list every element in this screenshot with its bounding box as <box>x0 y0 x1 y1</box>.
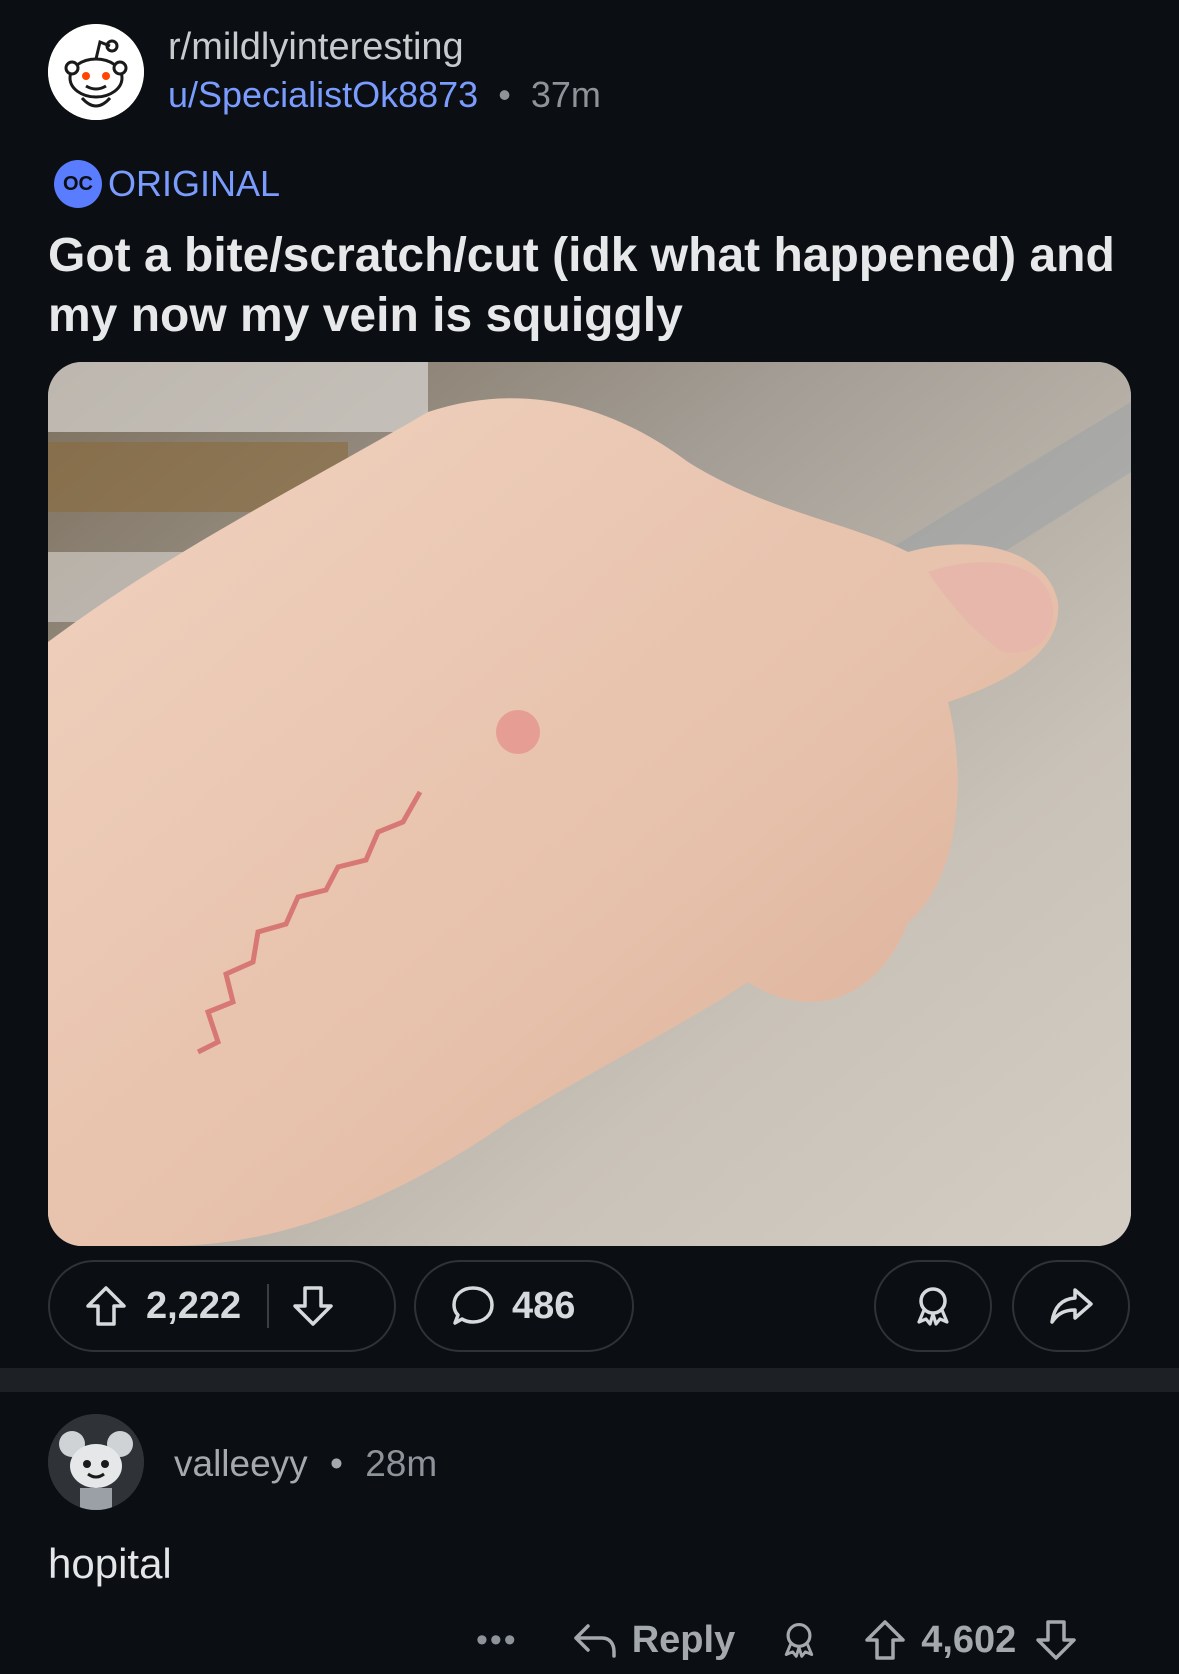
share-icon <box>1050 1288 1093 1324</box>
award-icon <box>917 1287 949 1326</box>
upvote-icon[interactable] <box>84 1284 128 1328</box>
post-title[interactable]: Got a bite/scratch/cut (idk what happene… <box>48 226 1138 346</box>
comments-button[interactable]: 486 <box>414 1260 634 1352</box>
post-image[interactable] <box>48 362 1131 1246</box>
share-button[interactable] <box>1012 1260 1130 1352</box>
commenter-avatar[interactable] <box>48 1414 144 1510</box>
flair-label: ORIGINAL <box>108 163 281 204</box>
comment-icon <box>450 1283 496 1329</box>
reply-icon <box>573 1624 616 1658</box>
vote-divider <box>267 1284 270 1328</box>
comment-author[interactable]: valleeyy <box>174 1443 308 1484</box>
comment-upvote-icon[interactable] <box>863 1618 907 1662</box>
meta-separator: • <box>329 1443 343 1484</box>
section-separator <box>0 1368 1179 1392</box>
meta-separator: • <box>498 74 511 115</box>
reply-label: Reply <box>631 1618 736 1661</box>
post-flair[interactable]: OC ORIGINAL <box>54 160 280 208</box>
comment-meta: valleeyy • 28m <box>174 1443 437 1485</box>
more-icon[interactable]: ••• <box>476 1621 518 1660</box>
award-button[interactable] <box>874 1260 992 1352</box>
post-meta: u/SpecialistOk8873 • 37m <box>168 74 601 116</box>
comment-actions: ••• Reply 4,602 <box>476 1610 1078 1670</box>
snoo-avatar-icon <box>48 1414 144 1510</box>
subreddit-avatar[interactable] <box>48 24 144 120</box>
vote-control: 2,222 <box>48 1260 396 1352</box>
oc-flair-icon: OC <box>54 160 102 208</box>
reply-button[interactable]: Reply <box>572 1619 735 1662</box>
downvote-icon[interactable] <box>291 1284 335 1328</box>
post-score: 2,222 <box>146 1284 242 1327</box>
snoo-avatar-icon <box>48 24 144 120</box>
hand-photo <box>48 362 1131 1246</box>
comment-downvote-icon[interactable] <box>1034 1618 1078 1662</box>
subreddit-name[interactable]: r/mildlyinteresting <box>168 26 464 69</box>
award-icon <box>785 1622 814 1658</box>
post-time: 37m <box>530 74 601 115</box>
comment-body: hopital <box>48 1540 172 1587</box>
post-author[interactable]: u/SpecialistOk8873 <box>168 74 478 115</box>
comment-time: 28m <box>365 1443 438 1484</box>
comment-score: 4,602 <box>921 1618 1017 1661</box>
comment-count: 486 <box>512 1284 576 1327</box>
comment-award-button[interactable] <box>779 1619 819 1661</box>
